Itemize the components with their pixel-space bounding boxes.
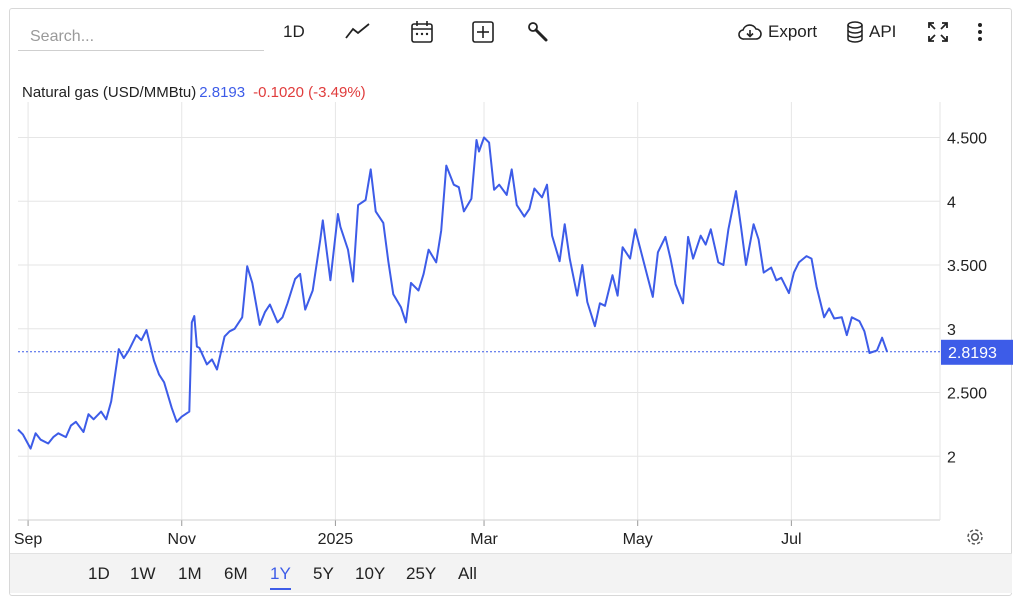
x-tick-label: May — [623, 531, 653, 548]
x-tick-label: 2025 — [318, 531, 354, 548]
x-tick-label: Mar — [470, 531, 498, 548]
y-tick-label: 2 — [947, 449, 956, 466]
x-tick-label: Nov — [168, 531, 196, 548]
last-price-label: 2.8193 — [948, 345, 997, 362]
range-button-6m[interactable]: 6M — [224, 564, 248, 588]
range-button-all[interactable]: All — [458, 564, 477, 588]
range-selector: 1D 1W 1M 6M 1Y 5Y 10Y 25Y All — [10, 553, 1012, 593]
x-tick-label: Sep — [14, 531, 43, 548]
price-chart[interactable]: 2 2.500 3 3.500 4 4.500 Sep Nov 2025 Mar May Jul 2.8… — [0, 0, 1024, 605]
y-tick-label: 4.500 — [947, 131, 987, 148]
y-tick-label: 3 — [947, 322, 956, 339]
y-tick-label: 4 — [947, 194, 956, 211]
range-button-1d[interactable]: 1D — [88, 564, 110, 588]
range-button-1m[interactable]: 1M — [178, 564, 202, 588]
settings-gear-icon[interactable] — [964, 526, 986, 553]
range-button-1y[interactable]: 1Y — [270, 564, 291, 590]
series-line — [17, 136, 889, 450]
range-button-5y[interactable]: 5Y — [313, 564, 334, 588]
range-button-25y[interactable]: 25Y — [406, 564, 436, 588]
range-button-10y[interactable]: 10Y — [355, 564, 385, 588]
y-tick-label: 2.500 — [947, 386, 987, 403]
x-tick-label: Jul — [781, 531, 801, 548]
range-button-1w[interactable]: 1W — [130, 564, 156, 588]
y-tick-label: 3.500 — [947, 258, 987, 275]
